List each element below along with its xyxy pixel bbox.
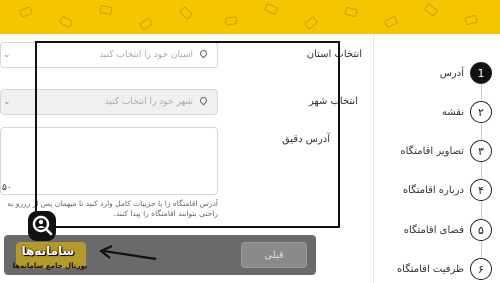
step-label: تصاویر اقامتگاه <box>400 145 464 157</box>
top-header-bar <box>0 0 500 34</box>
stepper-divider <box>373 34 374 283</box>
step-label: درباره اقامتگاه <box>402 184 464 196</box>
step-number: ۲ <box>470 101 492 123</box>
header-pattern-shape <box>224 16 238 26</box>
header-pattern-shape <box>263 2 279 16</box>
header-pattern-shape <box>18 6 34 18</box>
step-capacity[interactable]: ۶ ظرفیت اقامتگاه <box>397 255 492 283</box>
step-address[interactable]: 1 آدرس <box>440 59 492 87</box>
header-pattern-shape <box>383 15 399 29</box>
step-number: ۳ <box>470 140 492 162</box>
step-number: ۴ <box>470 179 492 201</box>
step-label: نقشه <box>441 106 464 118</box>
chevron-down-icon: ⌄ <box>3 97 11 107</box>
step-number: ۵ <box>470 219 492 241</box>
header-pattern-shape <box>138 17 154 31</box>
watermark-subtitle: پورتال جامع سامانه‌ها <box>12 262 88 270</box>
header-pattern-shape <box>423 3 439 17</box>
step-label: فضای اقامتگاه <box>403 224 464 236</box>
step-label: ظرفیت اقامتگاه <box>396 263 464 275</box>
annotation-highlight-box <box>35 41 340 228</box>
chevron-down-icon: ⌄ <box>3 50 11 60</box>
step-space[interactable]: ۵ فضای اقامتگاه <box>404 216 492 244</box>
step-photos[interactable]: ۳ تصاویر اقامتگاه <box>400 137 492 165</box>
header-pattern-shape <box>178 5 194 21</box>
search-person-icon <box>28 211 56 241</box>
header-pattern-shape <box>464 14 478 26</box>
step-map[interactable]: ۲ نقشه <box>442 98 492 126</box>
header-pattern-shape <box>303 16 319 30</box>
header-pattern-shape <box>58 15 74 29</box>
step-number: 1 <box>470 62 492 84</box>
step-number: ۶ <box>470 258 492 280</box>
step-about[interactable]: ۴ درباره اقامتگاه <box>403 176 492 204</box>
step-label: آدرس <box>439 67 464 79</box>
annotation-arrow <box>99 245 157 261</box>
header-pattern-shape <box>344 6 358 18</box>
char-counter: ۵۰ <box>2 183 12 193</box>
header-pattern-shape <box>99 5 113 15</box>
prev-button[interactable]: قبلی <box>241 242 307 268</box>
watermark-title: سامانه‌ها <box>21 244 75 258</box>
